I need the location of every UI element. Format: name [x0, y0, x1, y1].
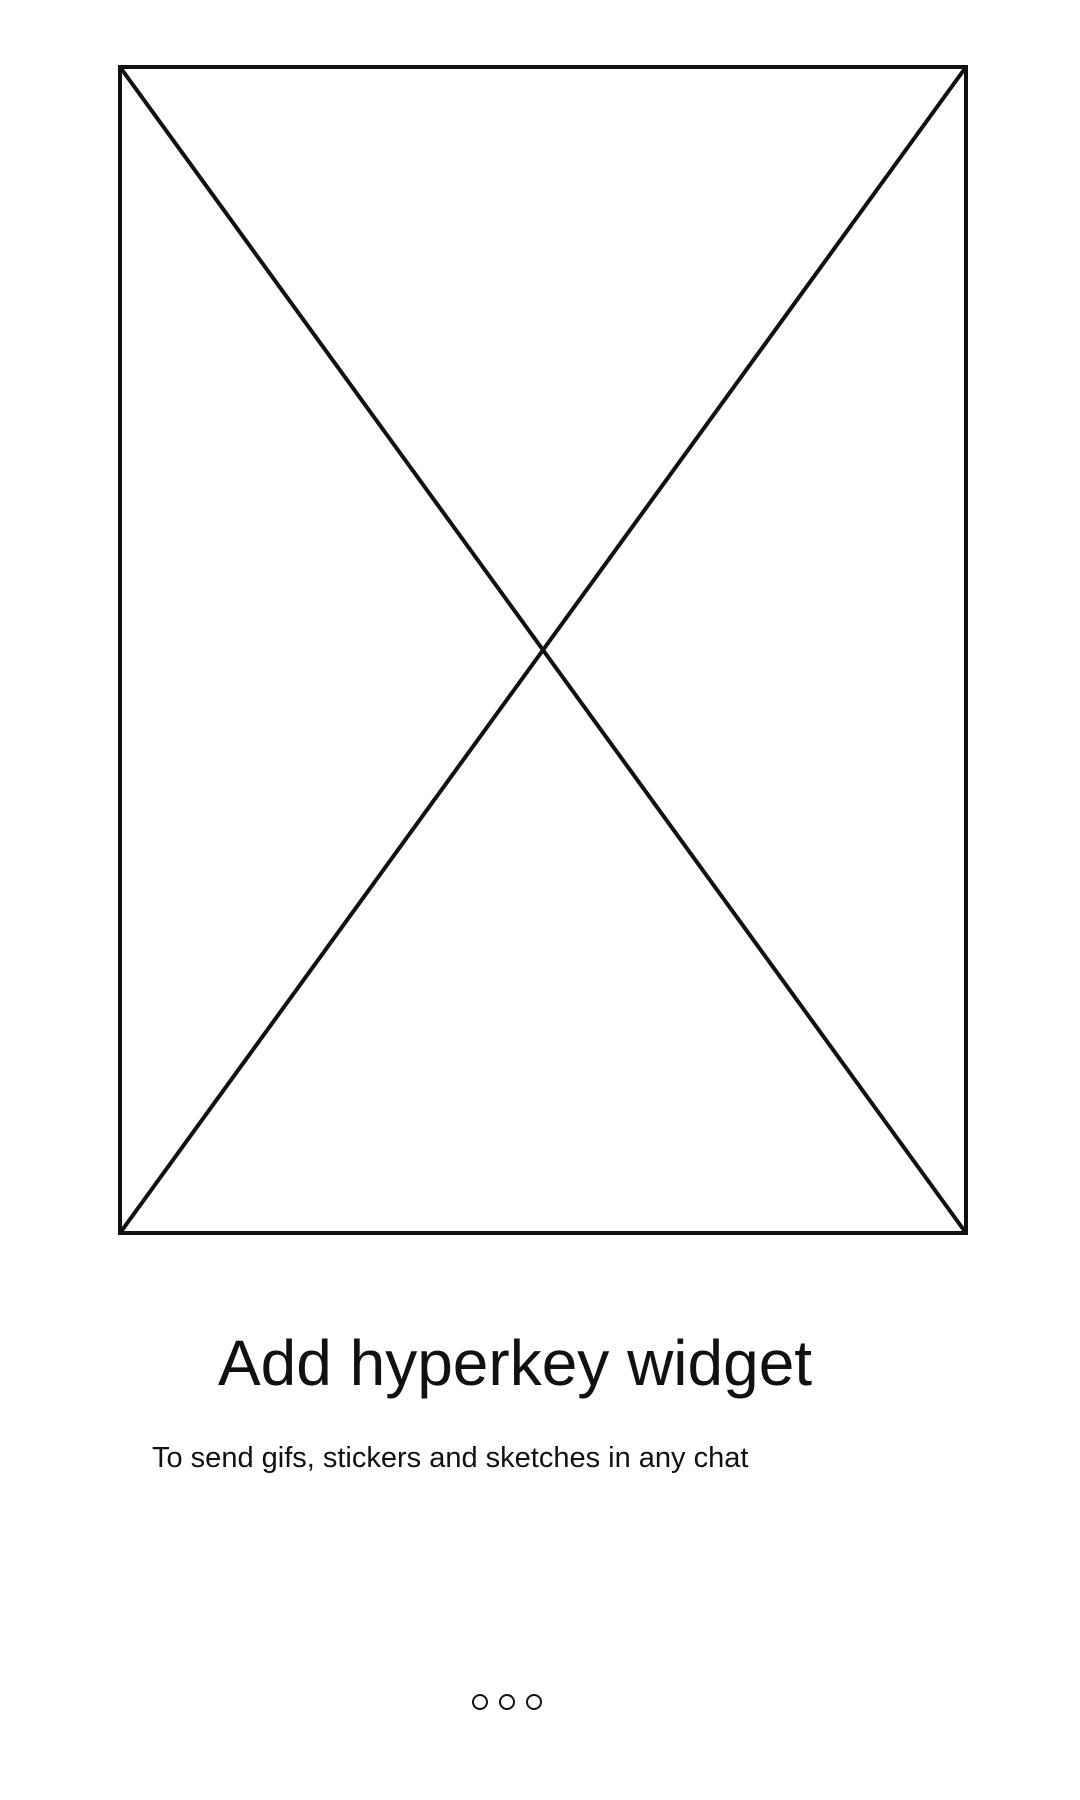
page-indicator-dot-2[interactable] — [499, 1694, 515, 1710]
image-placeholder-icon — [118, 65, 968, 1235]
onboarding-title: Add hyperkey widget — [217, 1327, 813, 1399]
page-indicator-dot-3[interactable] — [526, 1694, 542, 1710]
page-indicator-dot-1[interactable] — [472, 1694, 488, 1710]
onboarding-subtitle: To send gifs, stickers and sketches in a… — [152, 1442, 749, 1474]
page-indicator — [472, 1694, 542, 1710]
